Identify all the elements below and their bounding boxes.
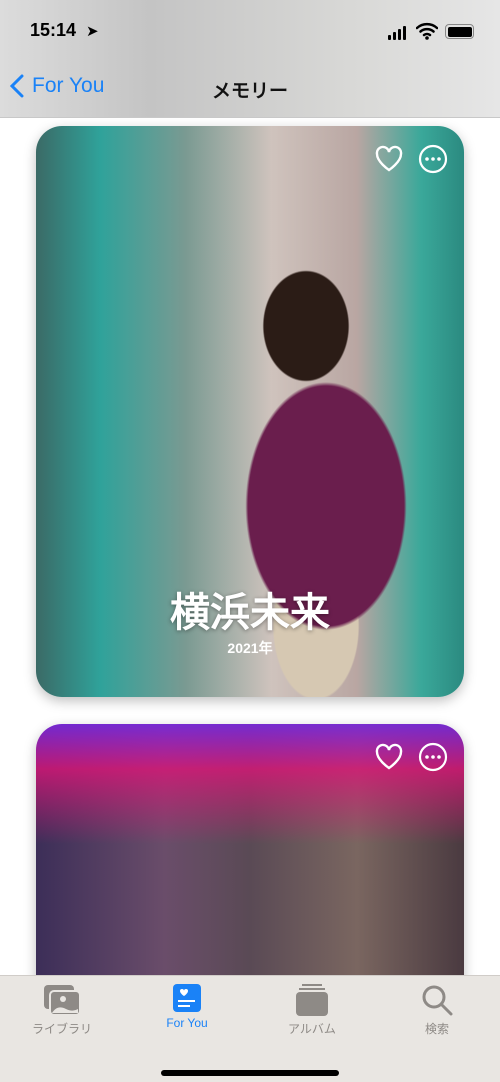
tab-for-you[interactable]: For You — [137, 984, 237, 1030]
tab-label: アルバム — [288, 1022, 336, 1036]
cellular-signal-icon — [388, 26, 406, 40]
album-stack-icon — [296, 984, 328, 1016]
tab-bar: ライブラリ For You アルバム 検索 — [0, 975, 500, 1082]
header: 15:14 ➤ For You メモリー — [0, 0, 500, 118]
battery-icon — [445, 24, 474, 39]
memory-card[interactable]: 横浜未来 2021年 — [36, 126, 464, 697]
heart-icon[interactable] — [374, 742, 404, 772]
photo-library-icon — [44, 985, 81, 1016]
tab-search[interactable]: 検索 — [387, 984, 487, 1037]
wifi-icon — [416, 23, 438, 40]
more-icon[interactable] — [418, 742, 448, 772]
memory-title: 横浜未来 — [170, 591, 330, 635]
status-time: 15:14 — [30, 20, 77, 40]
tab-albums[interactable]: アルバム — [262, 984, 362, 1037]
location-icon: ➤ — [86, 23, 99, 40]
for-you-icon — [173, 984, 201, 1012]
memory-year: 2021年 — [227, 640, 273, 656]
home-indicator[interactable] — [161, 1070, 339, 1076]
search-icon — [422, 985, 453, 1016]
heart-icon[interactable] — [374, 144, 404, 174]
tab-library[interactable]: ライブラリ — [12, 984, 112, 1037]
tab-label: For You — [166, 1016, 208, 1030]
more-icon[interactable] — [418, 144, 448, 174]
tab-label: ライブラリ — [31, 1022, 92, 1036]
tab-label: 検索 — [424, 1022, 449, 1036]
page-title: メモリー — [211, 81, 288, 102]
